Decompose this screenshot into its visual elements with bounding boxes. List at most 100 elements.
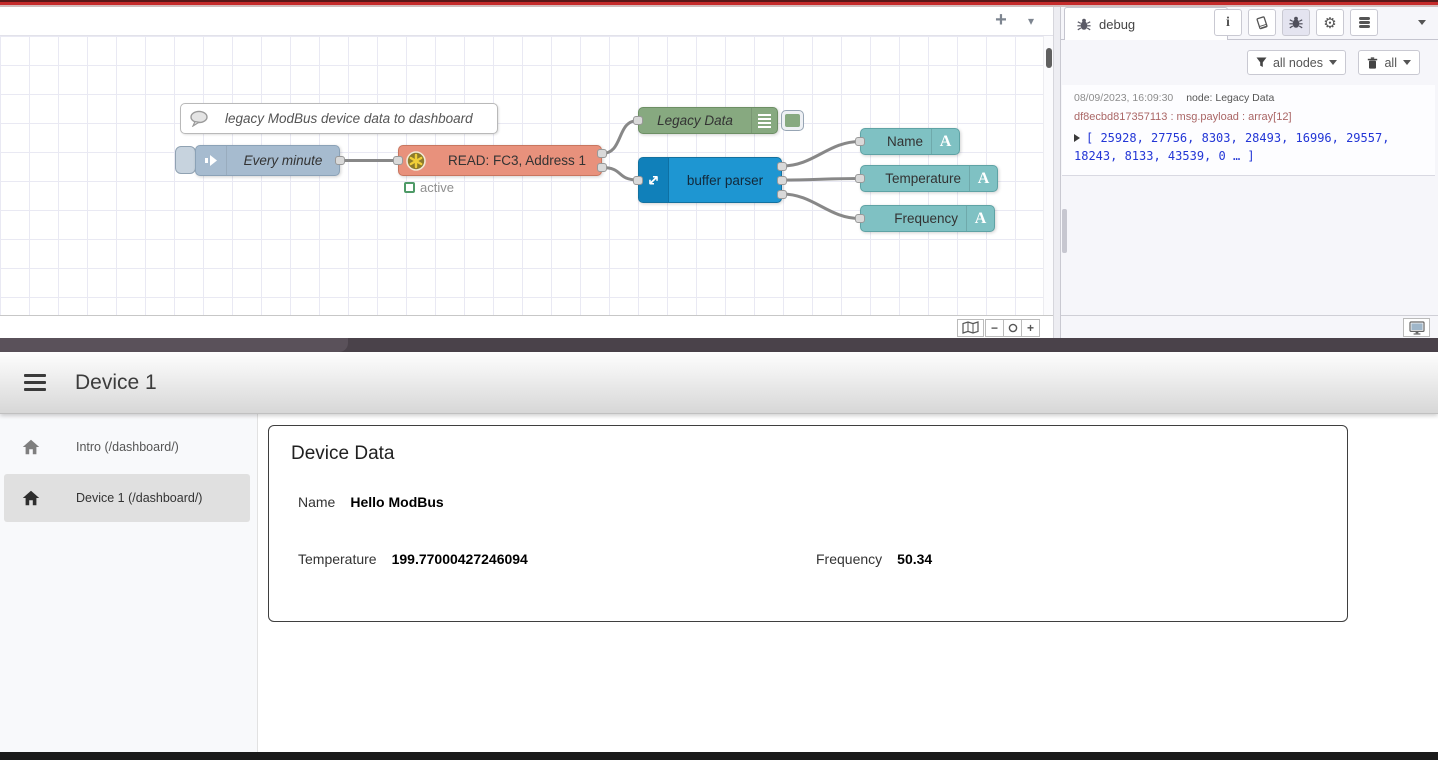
debug-sidebar: debug i ⚙ all nodes <box>1061 7 1438 338</box>
parser-output-port-3[interactable] <box>777 190 787 199</box>
debug-tab-button[interactable] <box>1282 9 1310 36</box>
info-tab-button[interactable]: i <box>1214 9 1242 36</box>
ui-text-node-frequency[interactable]: Frequency A <box>860 205 995 232</box>
flow-canvas[interactable]: legacy ModBus device data to dashboard E… <box>0 36 1043 315</box>
inject-label: Every minute <box>227 146 339 175</box>
dashboard: Device 1 Intro (/dashboard/) Device 1 (/… <box>0 352 1438 752</box>
filter-nodes-dropdown[interactable]: all nodes <box>1247 50 1346 75</box>
debug-message-list[interactable]: 08/09/2023, 16:09:30 node: Legacy Data d… <box>1061 83 1438 322</box>
inject-output-port[interactable] <box>335 156 345 165</box>
trash-icon <box>1367 57 1378 69</box>
nav-item-device-1[interactable]: Device 1 (/dashboard/) <box>4 474 250 522</box>
config-tab-button[interactable]: ⚙ <box>1316 9 1344 36</box>
context-tab-button[interactable] <box>1350 9 1378 36</box>
window-divider <box>0 338 1438 352</box>
sidebar-resize-handle[interactable] <box>1053 7 1061 338</box>
debug-scroll-thumb[interactable] <box>1062 209 1067 253</box>
dashboard-nav: Intro (/dashboard/) Device 1 (/dashboard… <box>0 414 258 752</box>
caret-down-icon <box>1329 60 1337 65</box>
ui-frequency-input-port[interactable] <box>855 214 865 223</box>
nav-item-label: Device 1 (/dashboard/) <box>76 491 202 505</box>
inject-node[interactable]: Every minute <box>195 145 340 176</box>
book-icon <box>1255 16 1269 30</box>
ui-text-node-temperature[interactable]: Temperature A <box>860 165 998 192</box>
home-icon <box>22 439 40 455</box>
filter-label: all nodes <box>1273 56 1323 70</box>
database-icon <box>1358 16 1371 29</box>
clear-messages-dropdown[interactable]: all <box>1358 50 1420 75</box>
tab-debug[interactable]: debug <box>1064 7 1228 40</box>
field-value: Hello ModBus <box>350 494 443 510</box>
debug-enable-toggle[interactable] <box>781 110 804 131</box>
page-title: Device 1 <box>75 371 157 395</box>
parser-input-port[interactable] <box>633 176 643 185</box>
window-tab-shadow <box>0 338 348 352</box>
bug-icon <box>1077 18 1091 31</box>
caret-down-icon <box>1403 60 1411 65</box>
nav-item-label: Intro (/dashboard/) <box>76 440 179 454</box>
ui-text-label: Frequency <box>861 206 966 231</box>
modbus-read-node[interactable]: READ: FC3, Address 1 <box>398 145 602 176</box>
field-value: 50.34 <box>897 551 932 567</box>
comment-label: legacy ModBus device data to dashboard <box>217 104 497 133</box>
zoom-out-button[interactable]: − <box>985 319 1004 337</box>
info-icon: i <box>1226 15 1230 31</box>
resize-arrow-icon: ↔ <box>639 158 669 202</box>
screen: + ▾ legacy ModBus device data to dashboa… <box>0 0 1438 760</box>
expand-icon[interactable] <box>1074 134 1080 142</box>
sidebar-header: debug i ⚙ <box>1061 7 1438 40</box>
zoom-reset-button[interactable] <box>1003 319 1022 337</box>
message-source-node: node: Legacy Data <box>1186 92 1274 104</box>
ui-text-label: Name <box>861 129 931 154</box>
card-title: Device Data <box>291 443 395 465</box>
canvas-vertical-scrollbar[interactable] <box>1043 36 1053 315</box>
comment-node[interactable]: legacy ModBus device data to dashboard <box>180 103 498 134</box>
inject-arrow-icon <box>196 146 227 175</box>
modbus-output-port-1[interactable] <box>597 149 607 158</box>
field-name: Name Hello ModBus <box>298 494 444 510</box>
ui-temperature-input-port[interactable] <box>855 174 865 183</box>
parser-output-port-1[interactable] <box>777 162 787 171</box>
modbus-status: active <box>404 180 454 195</box>
taskbar-edge <box>0 752 1438 760</box>
modbus-output-port-2[interactable] <box>597 163 607 172</box>
debug-node-legacy-data[interactable]: Legacy Data <box>638 107 778 134</box>
text-widget-a-icon: A <box>931 129 959 154</box>
open-debug-window-button[interactable] <box>1403 318 1430 337</box>
funnel-icon <box>1256 57 1267 68</box>
modbus-input-port[interactable] <box>393 156 403 165</box>
gear-icon: ⚙ <box>1323 14 1336 32</box>
debug-input-port[interactable] <box>633 116 643 125</box>
message-path: df8ecbd817357113 : msg.payload : array[1… <box>1074 111 1425 123</box>
navigator-map-button[interactable] <box>957 319 984 337</box>
home-icon <box>22 490 40 506</box>
parser-output-port-2[interactable] <box>777 176 787 185</box>
modbus-asterisk-icon <box>399 146 433 175</box>
field-temperature: Temperature 199.77000427246094 <box>298 551 528 567</box>
debug-message[interactable]: 08/09/2023, 16:09:30 node: Legacy Data d… <box>1062 85 1435 176</box>
message-timestamp: 08/09/2023, 16:09:30 <box>1074 92 1173 104</box>
field-label: Temperature <box>298 551 377 567</box>
ui-text-node-name[interactable]: Name A <box>860 128 960 155</box>
flow-list-caret-icon[interactable]: ▾ <box>1017 10 1045 32</box>
debug-sidebar-lines-icon <box>751 108 777 133</box>
monitor-icon <box>1409 321 1425 335</box>
modbus-read-label: READ: FC3, Address 1 <box>433 146 601 175</box>
field-value: 199.77000427246094 <box>392 551 528 567</box>
canvas-scroll-thumb[interactable] <box>1046 48 1052 68</box>
menu-hamburger-icon[interactable] <box>24 374 46 391</box>
message-payload[interactable]: [ 25928, 27756, 8303, 28493, 16996, 2955… <box>1074 129 1432 165</box>
ui-name-input-port[interactable] <box>855 137 865 146</box>
help-tab-button[interactable] <box>1248 9 1276 36</box>
add-flow-button[interactable]: + <box>987 10 1015 32</box>
field-frequency: Frequency 50.34 <box>816 551 932 567</box>
buffer-parser-node[interactable]: ↔ buffer parser <box>638 157 782 203</box>
status-square-icon <box>404 182 415 193</box>
device-data-card: Device Data Name Hello ModBus Temperatur… <box>268 425 1348 622</box>
inject-trigger-button[interactable] <box>175 146 196 174</box>
zoom-in-button[interactable]: + <box>1021 319 1040 337</box>
nav-item-intro[interactable]: Intro (/dashboard/) <box>4 423 250 471</box>
bug-icon <box>1289 16 1303 29</box>
status-text: active <box>420 180 454 195</box>
sidebar-menu-caret[interactable] <box>1412 9 1432 36</box>
